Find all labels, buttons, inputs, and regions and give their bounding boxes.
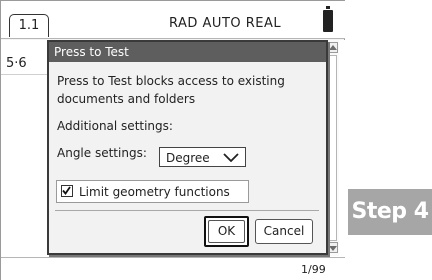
ok-button-label: OK	[208, 220, 245, 243]
scroll-down-arrow-icon[interactable]	[327, 242, 338, 253]
scroll-thumb[interactable]	[328, 55, 337, 241]
tab-1-1[interactable]: 1.1	[9, 14, 49, 37]
ok-button[interactable]: OK	[204, 216, 249, 247]
dialog-divider	[55, 210, 319, 211]
cancel-button[interactable]: Cancel	[255, 219, 313, 244]
chevron-down-icon	[223, 153, 239, 162]
limit-geometry-option[interactable]: Limit geometry functions	[56, 180, 249, 203]
step-label: Step 4	[348, 189, 432, 235]
checkmark-icon	[62, 186, 71, 195]
status-bar: 1.1 RAD AUTO REAL	[1, 1, 345, 39]
angle-selected-value: Degree	[166, 151, 210, 165]
press-to-test-dialog: Press to Test Press to Test blocks acces…	[47, 40, 328, 255]
battery-icon	[323, 6, 333, 32]
dialog-message: Press to Test blocks access to existing …	[57, 74, 285, 106]
additional-settings-label: Additional settings:	[57, 119, 173, 133]
angle-settings-label: Angle settings:	[57, 146, 147, 160]
entry-expression: 5·6	[6, 56, 27, 71]
bottom-bar: 1/99	[1, 257, 345, 280]
limit-geometry-checkbox[interactable]	[61, 185, 73, 197]
limit-geometry-label: Limit geometry functions	[79, 185, 230, 199]
dialog-title: Press to Test	[49, 42, 326, 62]
scroll-up-arrow-icon[interactable]	[327, 42, 338, 53]
angle-settings-dropdown[interactable]: Degree	[159, 147, 246, 167]
mode-indicator: RAD AUTO REAL	[169, 16, 282, 31]
calculator-screen: 1.1 RAD AUTO REAL 5·6 30 1/99 Press to T…	[0, 0, 345, 280]
page-indicator: 1/99	[301, 263, 326, 276]
